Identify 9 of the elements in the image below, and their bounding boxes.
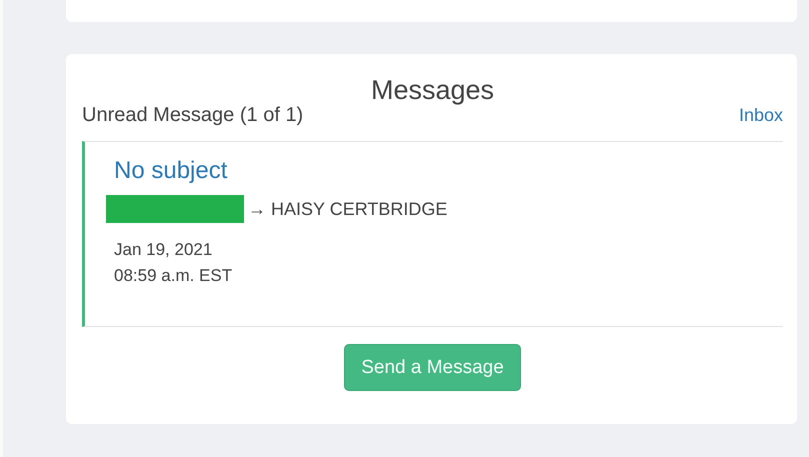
unread-label: Unread Message (1 of 1)	[82, 104, 304, 127]
message-subject: No subject	[114, 156, 228, 186]
message-recipient: → HAISY CERTBRIDGE	[248, 198, 448, 220]
inbox-link[interactable]: Inbox	[738, 105, 783, 126]
message-date: Jan 19, 2021	[114, 239, 214, 261]
card-title: Messages	[370, 74, 496, 107]
send-message-button[interactable]: Send a Message	[344, 344, 521, 391]
message-time: 08:59 a.m. EST	[114, 265, 234, 287]
message-item[interactable]: No subject → HAISY CERTBRIDGE Jan 19, 2021 08:59 a.m. EST	[82, 141, 783, 327]
